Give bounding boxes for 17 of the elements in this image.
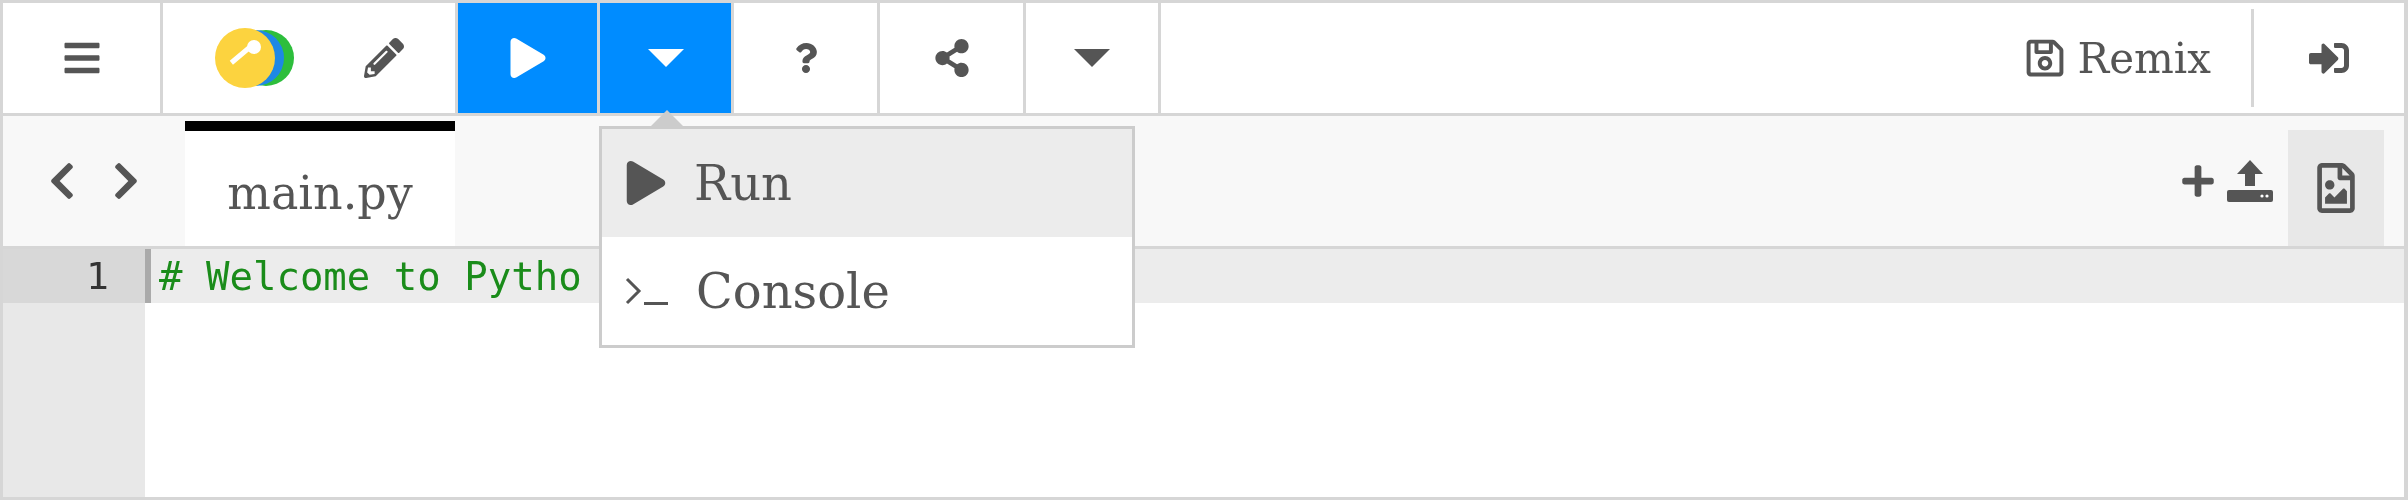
code-line: # Welcome to Pytho	[159, 253, 582, 299]
menu-item[interactable]: Run	[602, 129, 1132, 237]
run-button[interactable]	[458, 3, 600, 113]
plus-icon	[2180, 163, 2216, 199]
pencil-icon[interactable]	[364, 38, 404, 78]
line-number: 1	[3, 249, 145, 303]
upload-icon	[2225, 158, 2275, 204]
logo-icon	[214, 25, 294, 91]
image-file-button[interactable]	[2288, 130, 2384, 246]
run-menu-button[interactable]	[600, 3, 734, 113]
share-icon	[932, 39, 971, 77]
terminal-icon	[624, 276, 670, 306]
caret-icon	[647, 49, 684, 67]
play-icon	[624, 161, 668, 205]
text-cursor	[145, 249, 151, 303]
caret-icon	[1074, 49, 1110, 67]
file-tab[interactable]: main.py	[185, 121, 455, 246]
